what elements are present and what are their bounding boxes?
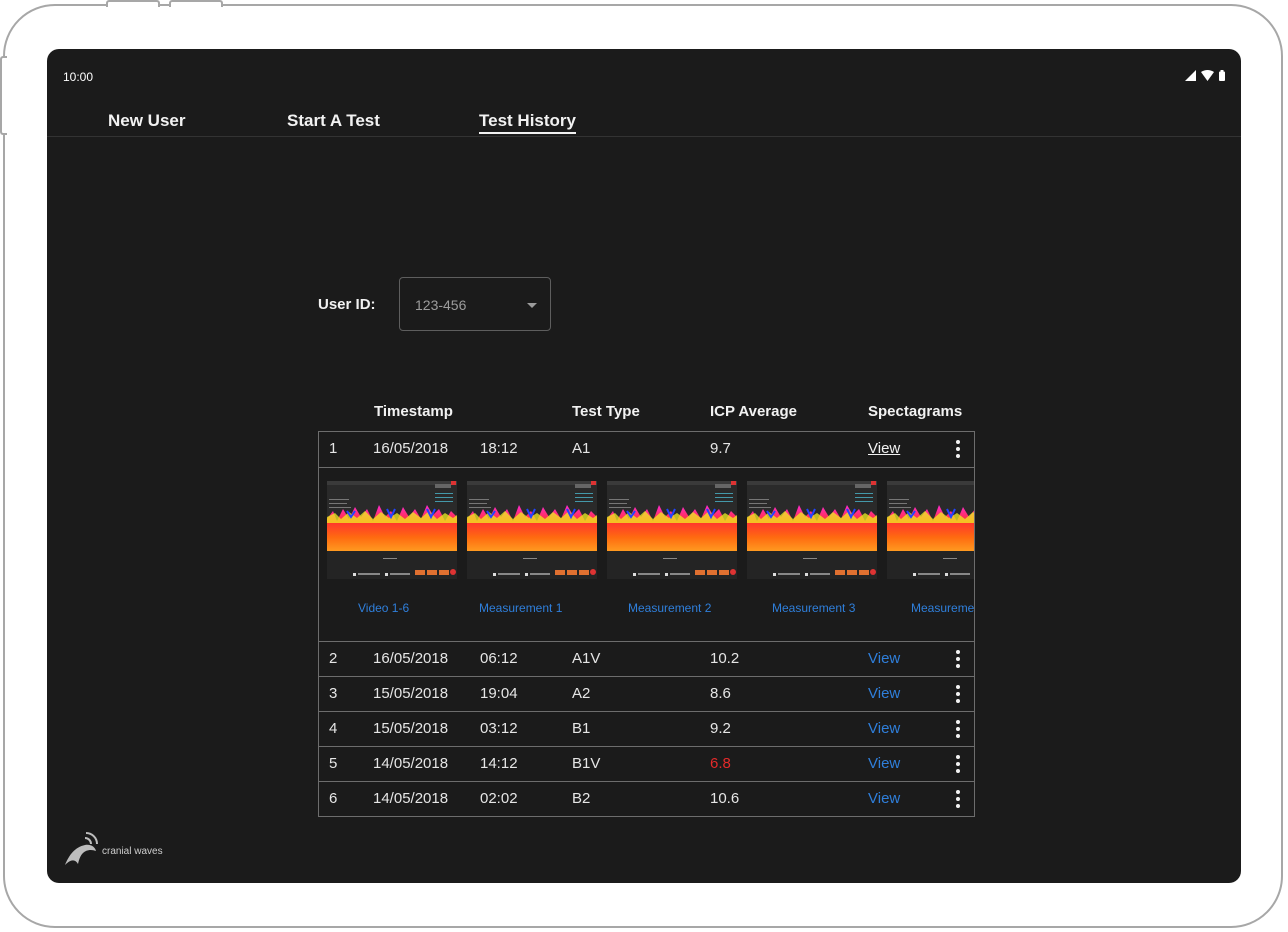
- row-time: 19:04: [480, 685, 518, 702]
- row-index: 5: [329, 755, 338, 772]
- more-options-icon[interactable]: [955, 685, 961, 703]
- wifi-icon: [1201, 70, 1214, 81]
- table-row[interactable]: 3 15/05/2018 19:04 A2 8.6 View: [319, 676, 974, 712]
- header-spectrograms: Spectagrams: [868, 403, 963, 420]
- user-id-dropdown[interactable]: 123-456: [399, 277, 551, 331]
- table-row[interactable]: 1 16/05/2018 18:12 A1 9.7 View: [319, 432, 974, 467]
- spectrogram-strip: Video 1-6 Measurement 1 Measurement 2 Me…: [319, 467, 974, 642]
- caret-down-icon: [527, 303, 537, 308]
- more-options-icon[interactable]: [955, 755, 961, 773]
- cranial-waves-logo: [65, 832, 98, 865]
- device-power-button: [169, 0, 223, 7]
- view-spectrograms-link[interactable]: View: [868, 755, 900, 772]
- row-test-type: B1: [572, 720, 591, 737]
- view-spectrograms-link[interactable]: View: [868, 440, 900, 457]
- tab-new-user[interactable]: New User: [108, 111, 185, 131]
- status-icons: [1185, 70, 1225, 81]
- status-time: 10:00: [63, 70, 94, 84]
- row-test-type: B1V: [572, 755, 601, 772]
- more-options-icon[interactable]: [955, 440, 961, 458]
- test-history-table: 1 16/05/2018 18:12 A1 9.7 View Video 1-6…: [318, 431, 975, 817]
- device-side-button: [0, 56, 7, 135]
- table-row[interactable]: 4 15/05/2018 03:12 B1 9.2 View: [319, 711, 974, 747]
- header-test-type: Test Type: [572, 403, 640, 420]
- spectrogram-thumbnail[interactable]: [747, 481, 877, 579]
- brand-name: cranial waves: [102, 846, 163, 857]
- row-icp-average: 9.2: [710, 720, 731, 737]
- row-index: 3: [329, 685, 338, 702]
- row-test-type: B2: [572, 790, 591, 807]
- header-icp-average: ICP Average: [710, 403, 797, 420]
- signal-icon: [1185, 70, 1196, 81]
- user-id-label: User ID:: [318, 296, 376, 313]
- table-row[interactable]: 5 14/05/2018 14:12 B1V 6.8 View: [319, 746, 974, 782]
- row-test-type: A1V: [572, 650, 601, 667]
- row-icp-average: 10.2: [710, 650, 740, 667]
- spectrogram-link-measurement-4[interactable]: Measurement 4: [911, 601, 974, 615]
- row-time: 06:12: [480, 650, 518, 667]
- app-screen: 10:00 New User Start A Test Test History…: [47, 49, 1241, 883]
- row-index: 6: [329, 790, 338, 807]
- row-date: 16/05/2018: [373, 650, 449, 667]
- spectrogram-link-measurement-3[interactable]: Measurement 3: [772, 601, 855, 615]
- spectrogram-thumbnail[interactable]: [607, 481, 737, 579]
- more-options-icon[interactable]: [955, 790, 961, 808]
- row-index: 1: [329, 440, 338, 457]
- row-icp-average: 10.6: [710, 790, 740, 807]
- user-id-value: 123-456: [415, 297, 467, 313]
- table-row[interactable]: 2 16/05/2018 06:12 A1V 10.2 View: [319, 641, 974, 677]
- row-icp-average-alert: 6.8: [710, 755, 731, 772]
- view-spectrograms-link[interactable]: View: [868, 790, 900, 807]
- row-date: 14/05/2018: [373, 755, 449, 772]
- row-time: 02:02: [480, 790, 518, 807]
- row-date: 16/05/2018: [373, 440, 449, 457]
- spectrogram-thumbnail[interactable]: [327, 481, 457, 579]
- spectrogram-thumbnail[interactable]: [887, 481, 974, 579]
- header-timestamp: Timestamp: [374, 403, 453, 420]
- tab-test-history[interactable]: Test History: [479, 111, 576, 134]
- row-icp-average: 9.7: [710, 440, 731, 457]
- spectrogram-link-video[interactable]: Video 1-6: [358, 601, 409, 615]
- row-time: 18:12: [480, 440, 518, 457]
- row-date: 14/05/2018: [373, 790, 449, 807]
- more-options-icon[interactable]: [955, 650, 961, 668]
- spectrogram-link-measurement-1[interactable]: Measurement 1: [479, 601, 562, 615]
- row-test-type: A1: [572, 440, 591, 457]
- row-date: 15/05/2018: [373, 720, 449, 737]
- tab-start-a-test[interactable]: Start A Test: [287, 111, 380, 131]
- row-icp-average: 8.6: [710, 685, 731, 702]
- tab-bar: New User Start A Test Test History: [47, 109, 1241, 137]
- row-index: 2: [329, 650, 338, 667]
- row-time: 14:12: [480, 755, 518, 772]
- view-spectrograms-link[interactable]: View: [868, 720, 900, 737]
- row-date: 15/05/2018: [373, 685, 449, 702]
- more-options-icon[interactable]: [955, 720, 961, 738]
- view-spectrograms-link[interactable]: View: [868, 650, 900, 667]
- row-index: 4: [329, 720, 338, 737]
- spectrogram-thumbnail[interactable]: [467, 481, 597, 579]
- device-volume-button: [106, 0, 160, 7]
- view-spectrograms-link[interactable]: View: [868, 685, 900, 702]
- row-time: 03:12: [480, 720, 518, 737]
- battery-icon: [1219, 70, 1225, 81]
- row-test-type: A2: [572, 685, 591, 702]
- spectrogram-link-measurement-2[interactable]: Measurement 2: [628, 601, 711, 615]
- table-row[interactable]: 6 14/05/2018 02:02 B2 10.6 View: [319, 781, 974, 817]
